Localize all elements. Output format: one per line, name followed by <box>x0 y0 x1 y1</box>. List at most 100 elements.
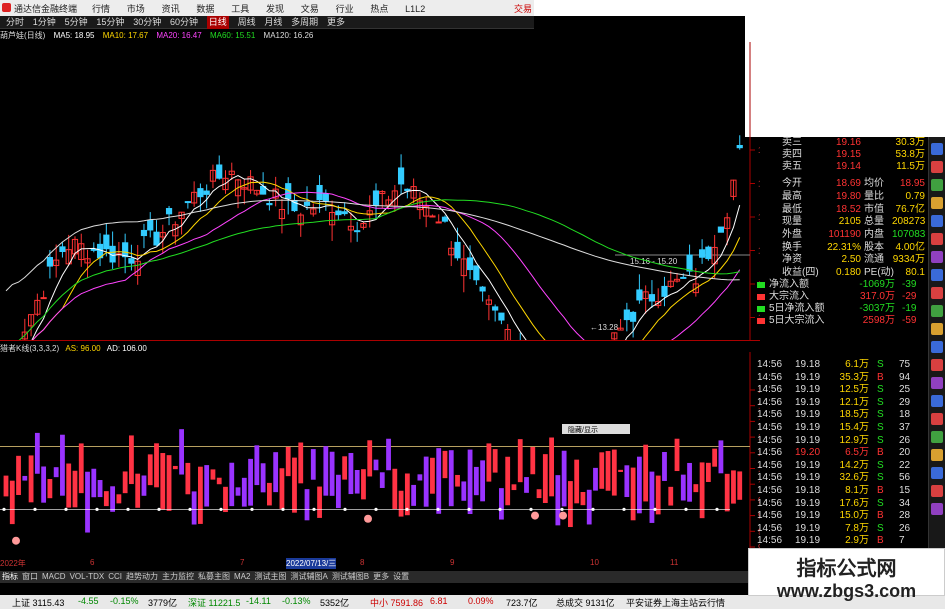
quote-row: 5日净流入额 -3037万 -19 <box>757 303 925 315</box>
indicator-tab[interactable]: 更多 <box>373 572 389 581</box>
indicator-tab[interactable]: 指标 <box>2 572 18 581</box>
indicator-bar <box>580 492 586 506</box>
indicator-bar <box>298 442 304 484</box>
menu-item[interactable]: 行情 <box>92 4 110 14</box>
indicator-bar <box>329 451 335 496</box>
tool-icon[interactable] <box>931 503 943 515</box>
indicator-bar <box>712 448 718 467</box>
tool-icon[interactable] <box>931 431 943 443</box>
period-button[interactable]: 30分钟 <box>133 16 161 29</box>
quote-label: 流通 <box>864 254 884 266</box>
menu-item[interactable]: 热点 <box>370 4 388 14</box>
tool-icon[interactable] <box>931 377 943 389</box>
period-button[interactable]: 多周期 <box>291 16 318 29</box>
period-button[interactable]: 15分钟 <box>96 16 124 29</box>
indicator-tab[interactable]: 测试辅图A <box>290 572 327 581</box>
period-button[interactable]: 60分钟 <box>170 16 198 29</box>
date-label: 9 <box>450 558 455 567</box>
menu-item[interactable]: 工具 <box>231 4 249 14</box>
menu-item[interactable]: 行业 <box>336 4 354 14</box>
flow-extra: -19 <box>902 303 917 314</box>
low-label: ←13.28 <box>590 323 619 332</box>
tool-icon[interactable] <box>931 161 943 173</box>
period-button[interactable]: 1分钟 <box>33 16 56 29</box>
indicator-bar <box>605 451 611 491</box>
indicator-bar <box>568 481 573 528</box>
trade-volume: 12.5万 <box>839 384 869 396</box>
indicator-tab[interactable]: MACD <box>42 572 66 581</box>
signal-marker <box>531 511 539 520</box>
indicator-bar <box>185 462 191 495</box>
trade-time: 14:56 <box>757 497 783 509</box>
menu-item[interactable]: 发现 <box>266 4 284 14</box>
menu-item[interactable]: 文易 <box>301 4 319 14</box>
trade-price: 19.19 <box>795 384 821 396</box>
indicator-tab[interactable]: 趋势动力 <box>126 572 158 581</box>
tool-icon[interactable] <box>931 395 943 407</box>
quote-value: 0.79 <box>905 190 925 202</box>
period-button[interactable]: 5分钟 <box>65 16 88 29</box>
indicator-tab[interactable]: 主力监控 <box>162 572 194 581</box>
status-item: -0.13% <box>282 596 311 606</box>
indicator-bar <box>492 449 498 473</box>
candle-body <box>341 211 348 215</box>
date-label: 2022年 <box>0 559 26 568</box>
indicator-tab[interactable]: 测试主图 <box>254 572 286 581</box>
period-button[interactable]: 分时 <box>6 16 24 29</box>
tool-icon[interactable] <box>931 323 943 335</box>
indicator-bar <box>273 452 279 493</box>
indicator-bar <box>680 474 686 501</box>
tool-icon[interactable] <box>931 197 943 209</box>
tool-icon[interactable] <box>931 143 943 155</box>
indicator-tab[interactable]: 设置 <box>393 572 409 581</box>
indicator-tab[interactable]: 私募主图 <box>198 572 230 581</box>
quote-row: 5日大宗流入 2598万 -59 <box>757 315 925 327</box>
indicator-bar <box>499 488 504 520</box>
status-item: 深证 11221.5 <box>188 598 241 608</box>
tool-icon[interactable] <box>931 359 943 371</box>
menu-item[interactable]: 数据 <box>196 4 214 14</box>
candle-body <box>322 193 329 202</box>
trade-price: 19.18 <box>795 485 821 496</box>
quote-label: 量比 <box>864 190 884 202</box>
period-button-active[interactable]: 日线 <box>206 16 229 29</box>
candle-body <box>473 265 480 281</box>
tool-icon[interactable] <box>931 233 943 245</box>
indicator-tab[interactable]: 测试辅图B <box>332 572 369 581</box>
tool-icon[interactable] <box>931 287 943 299</box>
tool-icon[interactable] <box>931 449 943 461</box>
indicator-bar <box>97 480 103 498</box>
tool-icon[interactable] <box>931 413 943 425</box>
indicator-bar <box>122 471 128 494</box>
tool-icon[interactable] <box>931 269 943 281</box>
trade-side: B <box>877 371 884 383</box>
tool-icon[interactable] <box>931 251 943 263</box>
flow-label: 大宗流入 <box>769 291 809 302</box>
tool-icon[interactable] <box>931 341 943 353</box>
indicator-bar <box>361 469 366 500</box>
tool-icon[interactable] <box>931 215 943 227</box>
indicator-bar <box>392 468 398 510</box>
tool-icon[interactable] <box>931 305 943 317</box>
menu-item[interactable]: L1L2 <box>405 4 425 14</box>
flow-icon <box>757 282 765 288</box>
indicator-chart[interactable]: 115.0112.5110.0107.5105.0102.5100.097.50… <box>0 352 760 558</box>
indicator-tab[interactable]: CCI <box>108 572 122 581</box>
trade-link[interactable]: 交易 <box>514 2 532 15</box>
indicator-tab[interactable]: VOL-TDX <box>70 572 105 581</box>
indicator-bar <box>53 467 59 478</box>
tool-icon[interactable] <box>931 179 943 191</box>
period-button[interactable]: 月线 <box>264 16 282 29</box>
date-label: 7 <box>240 558 245 567</box>
candlestick-chart[interactable]: 17.5017.0016.5016.0015.5015.0014.5014.00… <box>0 42 760 340</box>
trade-side: S <box>877 472 884 484</box>
menu-item[interactable]: 市场 <box>127 4 145 14</box>
tool-icon[interactable] <box>931 485 943 497</box>
period-button[interactable]: 更多 <box>327 16 345 29</box>
quote-value: 0.180 <box>835 267 861 278</box>
period-button[interactable]: 周线 <box>238 16 256 29</box>
menu-item[interactable]: 资讯 <box>162 4 180 14</box>
tool-icon[interactable] <box>931 467 943 479</box>
indicator-tab[interactable]: MA2 <box>234 572 250 581</box>
indicator-tab[interactable]: 窗口 <box>22 572 38 581</box>
